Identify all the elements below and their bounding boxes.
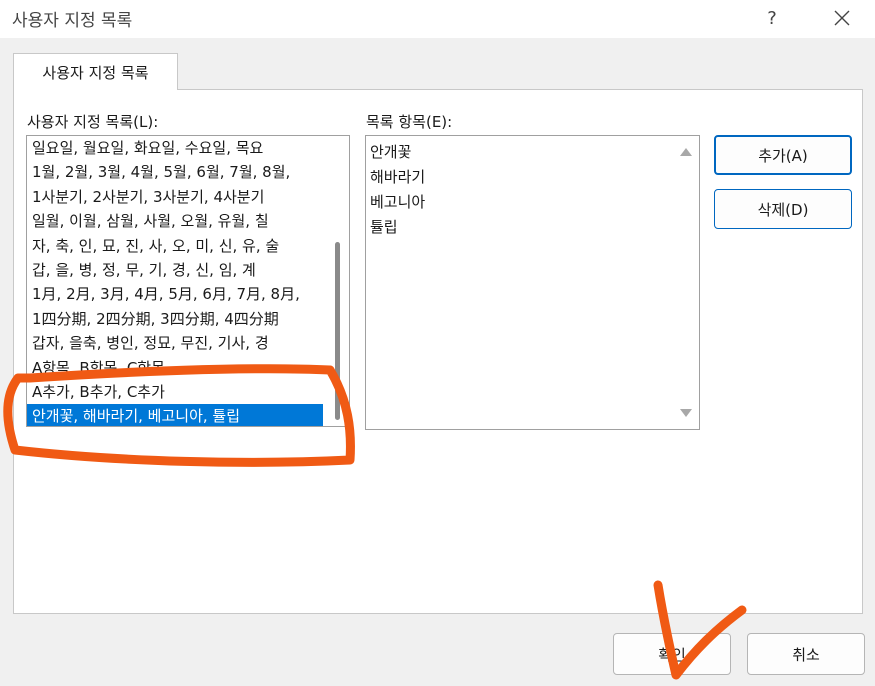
- custom-lists-listbox[interactable]: 일요일, 월요일, 화요일, 수요일, 목요 1월, 2월, 3월, 4월, 5…: [26, 135, 350, 427]
- scroll-up-arrow-icon[interactable]: [680, 148, 692, 156]
- cancel-button[interactable]: 취소: [747, 633, 865, 675]
- listbox-scrollbar[interactable]: [327, 136, 349, 426]
- title-bar: 사용자 지정 목록 ?: [0, 0, 875, 38]
- ok-button[interactable]: 확인: [613, 633, 731, 675]
- list-item[interactable]: 갑, 을, 병, 정, 무, 기, 경, 신, 임, 계: [27, 258, 323, 282]
- scrollbar-thumb[interactable]: [335, 242, 340, 420]
- list-item[interactable]: 일요일, 월요일, 화요일, 수요일, 목요: [27, 136, 323, 160]
- custom-lists-label: 사용자 지정 목록(L):: [27, 113, 159, 131]
- list-item[interactable]: 1월, 2월, 3월, 4월, 5월, 6월, 7월, 8월,: [27, 160, 323, 184]
- entry-line: 해바라기: [370, 168, 426, 186]
- list-item[interactable]: 자, 축, 인, 묘, 진, 사, 오, 미, 신, 유, 술: [27, 234, 323, 258]
- list-item[interactable]: 갑자, 을축, 병인, 정묘, 무진, 기사, 경: [27, 331, 323, 355]
- entry-line: 베고니아: [370, 193, 426, 211]
- entry-line: 안개꽃: [370, 143, 412, 161]
- scroll-down-arrow-icon[interactable]: [680, 409, 692, 417]
- list-item[interactable]: A추가, B추가, C추가: [27, 380, 323, 404]
- list-item[interactable]: 1사분기, 2사분기, 3사분기, 4사분기: [27, 185, 323, 209]
- close-button[interactable]: [822, 2, 862, 34]
- list-entries-textarea[interactable]: 안개꽃 해바라기 베고니아 튤립: [365, 135, 700, 430]
- help-icon: ?: [767, 7, 777, 29]
- list-item[interactable]: 1四分期, 2四分期, 3四分期, 4四分期: [27, 307, 323, 331]
- add-button[interactable]: 추가(A): [714, 135, 852, 175]
- close-icon: [834, 10, 850, 26]
- tab-custom-lists[interactable]: 사용자 지정 목록: [13, 53, 178, 90]
- list-item[interactable]: 일월, 이월, 삼월, 사월, 오월, 유월, 칠: [27, 209, 323, 233]
- list-item-selected[interactable]: 안개꽃, 해바라기, 베고니아, 튤립: [27, 404, 323, 426]
- window-title: 사용자 지정 목록: [12, 11, 133, 31]
- list-item[interactable]: A항목, B항목, C항목: [27, 356, 323, 380]
- list-item[interactable]: 1月, 2月, 3月, 4月, 5月, 6月, 7月, 8月,: [27, 282, 323, 306]
- list-entries-label: 목록 항목(E):: [366, 113, 453, 131]
- delete-button[interactable]: 삭제(D): [714, 189, 852, 229]
- entry-line: 튤립: [370, 218, 398, 236]
- help-button[interactable]: ?: [752, 2, 792, 34]
